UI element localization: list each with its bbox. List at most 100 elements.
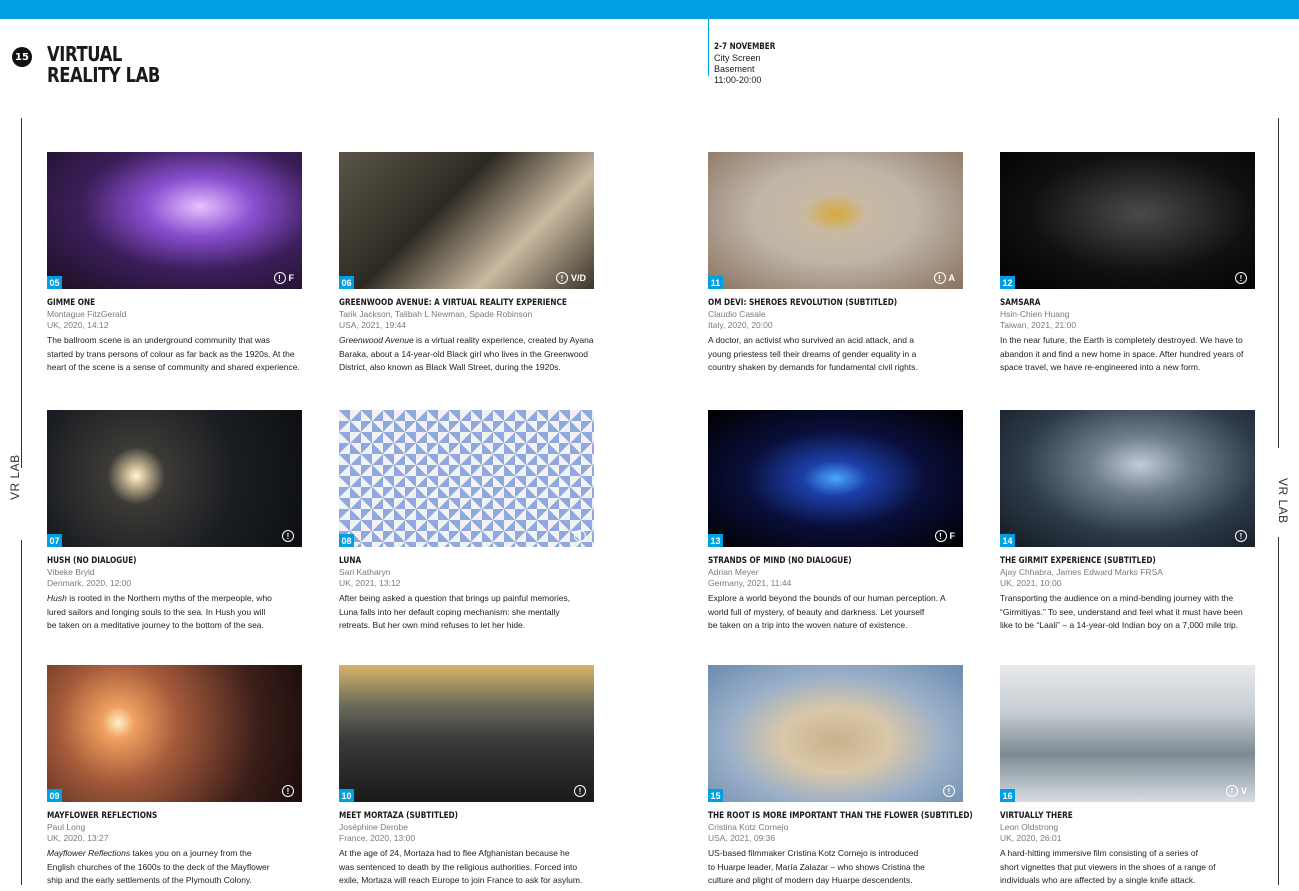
warning-code: F (288, 273, 295, 283)
film-still-image: 10! (339, 665, 594, 802)
film-description-line: lured sailors and longing souls to the s… (47, 606, 266, 617)
left-rule-bottom (21, 540, 22, 885)
film-description-line: exile, Mortaza will reach Europe to join… (339, 875, 583, 885)
film-title: SAMSARA (1000, 298, 1041, 308)
film-still-image: 09! (47, 665, 302, 802)
warning-icon: ! (1235, 530, 1247, 542)
warning-code: A (948, 273, 956, 283)
film-number-badge: 12 (1000, 276, 1015, 289)
film-description-line: In the near future, the Earth is complet… (1000, 335, 1243, 345)
film-card: 07! HUSH (NO DIALOGUE) Vibeke Bryld Denmark… (47, 410, 302, 633)
warning-icon: ! (273, 272, 286, 284)
page-number-badge: 15 (12, 47, 32, 67)
film-card: 06! V/D GREENWOOD AVENUE: A VIRTUAL REALIT… (339, 152, 594, 375)
film-description: Greenwood Avenue is a virtual reality ex… (339, 334, 594, 375)
film-number-badge: 16 (1000, 789, 1015, 802)
film-number-badge: 14 (1000, 534, 1015, 547)
film-still-image: 05! F (47, 152, 302, 289)
film-description-line: A hard-hitting immersive film consisting… (1000, 848, 1198, 858)
page-title-line2: REALITY LAB (47, 63, 160, 87)
film-description: The ballroom scene is an underground com… (47, 334, 302, 375)
film-description-line: space travel, we have re-engineered into… (1000, 362, 1201, 372)
film-description-line: is rooted in the Northern myths of the m… (66, 593, 272, 603)
film-director: Joséphine Derobe (339, 822, 408, 832)
film-card: 08! LUNA Sari Katharyn UK, 2021, 13:12 After… (339, 410, 594, 633)
film-description-line: young priestess tell their dreams of gen… (708, 348, 917, 359)
film-description-line: country shaken by demands for fundamenta… (708, 362, 918, 372)
warning-icon: ! (574, 785, 586, 797)
film-description: At the age of 24, Mortaza had to flee Af… (339, 847, 594, 888)
content-warning: ! V/D (555, 272, 586, 284)
content-warning: ! F (273, 272, 295, 284)
film-number-badge: 15 (708, 789, 723, 802)
film-card: 14! THE GIRMIT EXPERIENCE (SUBTITLED) Ajay… (1000, 410, 1255, 633)
film-number-badge: 13 (708, 534, 723, 547)
film-number-badge: 05 (47, 276, 62, 289)
right-rule-top (1278, 118, 1279, 448)
film-description-line: be taken on a trip into the woven nature… (708, 620, 908, 630)
film-title: OM DEVI: SHEROES REVOLUTION (SUBTITLED) (708, 298, 898, 308)
film-director: Hsin-Chien Huang (1000, 309, 1070, 319)
film-meta: Italy, 2020, 20:00 (708, 320, 773, 330)
side-label-left: VR LAB (8, 454, 22, 500)
film-description-italic: Mayflower Reflections (47, 848, 131, 858)
film-title: THE ROOT IS MORE IMPORTANT THAN THE FLOW… (708, 811, 973, 821)
film-description-italic: Greenwood Avenue (339, 335, 414, 345)
film-description-line: world full of mystery, of beauty and dar… (708, 606, 925, 617)
film-description-line: “Girmitiyas.” To see, understand and fee… (1000, 606, 1243, 617)
film-meta: USA, 2021, 09:36 (708, 833, 776, 843)
film-title: MAYFLOWER REFLECTIONS (47, 811, 158, 821)
film-description-line: ship and the early settlements of the Pl… (47, 875, 252, 885)
film-meta: Denmark, 2020, 12:00 (47, 578, 132, 588)
film-card: 12! SAMSARA Hsin-Chien Huang Taiwan, 2021, … (1000, 152, 1255, 375)
warning-icon: ! (282, 785, 294, 797)
film-card: 10! MEET MORTAZA (SUBTITLED) Joséphine Der… (339, 665, 594, 888)
film-still-image: 13! F (708, 410, 963, 547)
page-title-line1: VIRTUAL (47, 42, 122, 66)
film-description-line: started by trans persons of colour as fa… (47, 348, 295, 359)
content-warning: ! (574, 530, 586, 542)
content-warning: ! (282, 530, 294, 542)
film-card: 13! F STRANDS OF MIND (NO DIALOGUE) Adrian … (708, 410, 963, 633)
film-card: 11 ! A OM DEVI: SHEROES REVOLUTION (SUBTITL… (708, 152, 963, 375)
film-still-image: 07! (47, 410, 302, 547)
film-description: Transporting the audience on a mind-bend… (1000, 592, 1255, 633)
warning-icon: ! (574, 530, 586, 542)
content-warning: ! (943, 785, 955, 797)
film-meta: France, 2020, 13:00 (339, 833, 416, 843)
film-number-badge: 11 (708, 276, 723, 289)
film-description-line: Luna falls into her default coping mecha… (339, 606, 560, 617)
film-number-badge: 10 (339, 789, 354, 802)
film-director: Adrian Meyer (708, 567, 759, 577)
film-description-line: At the age of 24, Mortaza had to flee Af… (339, 848, 570, 858)
film-meta: UK, 2021, 10:00 (1000, 578, 1062, 588)
film-title: THE GIRMIT EXPERIENCE (SUBTITLED) (1000, 556, 1156, 566)
film-description-line: retreats. But her own mind refuses to le… (339, 620, 526, 630)
content-warning: ! V (1225, 785, 1247, 797)
content-warning: ! (282, 785, 294, 797)
film-director: Paul Long (47, 822, 86, 832)
film-number-badge: 08 (339, 534, 354, 547)
header-divider (708, 19, 709, 76)
film-meta: Germany, 2021, 11:44 (708, 578, 792, 588)
warning-icon: ! (943, 785, 955, 797)
film-still-image: 08! (339, 410, 594, 547)
content-warning: ! A (933, 272, 956, 284)
warning-code: V/D (570, 273, 586, 283)
film-description-line: was sentenced to death by the religious … (339, 861, 578, 872)
event-info: 2-7 NOVEMBER City Screen Basement 11:00-… (714, 42, 786, 86)
warning-icon: ! (934, 530, 947, 542)
film-director: Sari Katharyn (339, 567, 391, 577)
top-accent-bar (0, 0, 1299, 19)
film-still-image: 06! V/D (339, 152, 594, 289)
film-director: Ajay Chhabra, James Edward Marks FRSA (1000, 567, 1163, 577)
warning-code: F (949, 531, 956, 541)
film-description-line: to Huarpe leader, María Zalazar – who sh… (708, 861, 925, 872)
film-meta: Taiwan, 2021, 21:00 (1000, 320, 1077, 330)
film-title: GIMME ONE (47, 298, 96, 308)
film-description-line: takes you on a journey from the (130, 848, 252, 858)
content-warning: ! F (934, 530, 956, 542)
film-title: STRANDS OF MIND (NO DIALOGUE) (708, 556, 852, 566)
warning-icon: ! (282, 530, 294, 542)
warning-code: V (1240, 786, 1247, 796)
